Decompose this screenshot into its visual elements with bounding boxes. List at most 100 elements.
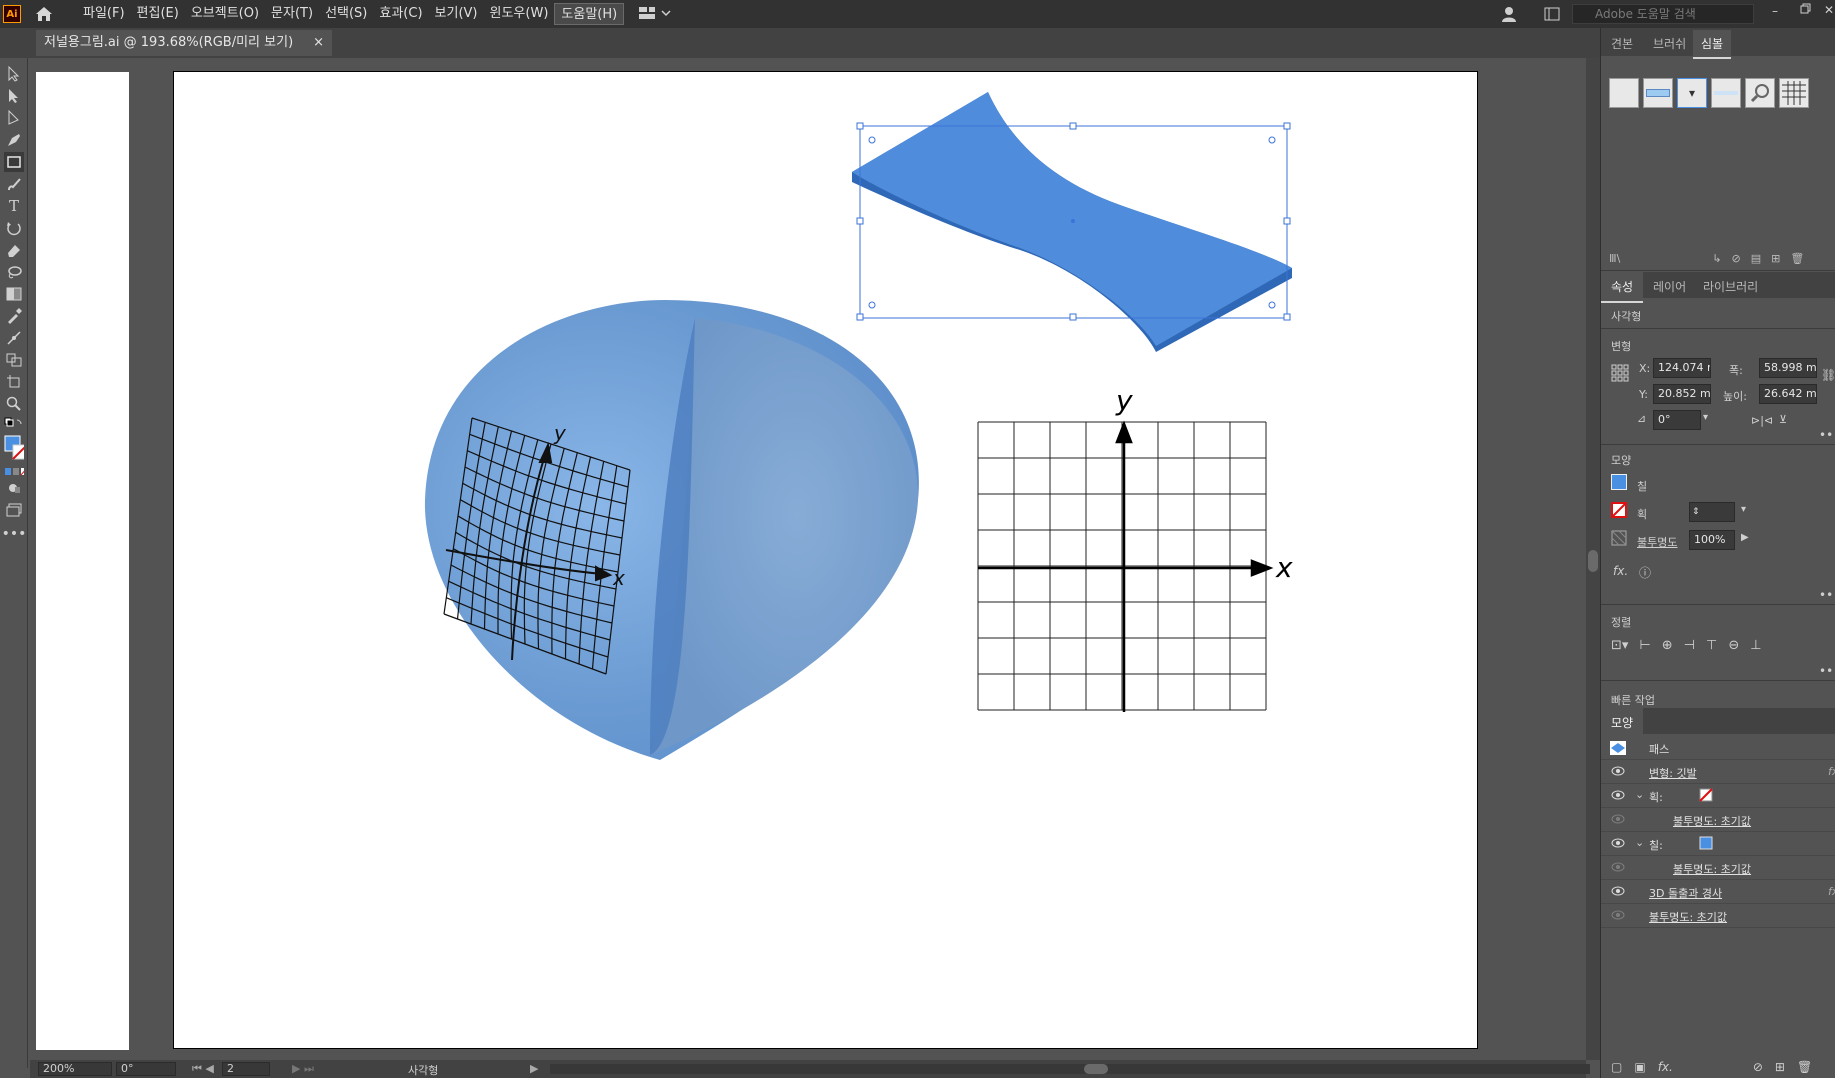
add-effect-icon[interactable]: fx. xyxy=(1658,1060,1673,1074)
opacity-arrow-icon[interactable]: ▶ xyxy=(1741,532,1749,543)
appearance-row-label[interactable]: 변형: 깃발 xyxy=(1649,765,1697,781)
stroke-weight-dropdown-icon[interactable]: ▾ xyxy=(1741,504,1746,515)
opacity-field[interactable]: 100% xyxy=(1689,530,1735,550)
zoom-field[interactable]: 200% xyxy=(38,1062,112,1076)
right-panel-dock: 견본 브러쉬 심볼 ▾ Ⅲ\ ↳ ⊘ ▤ ⊞ 🗑 속성 레이어 라이브러리 사각… xyxy=(1600,28,1835,1078)
appearance-row-fill[interactable]: ⌄ 칠: xyxy=(1601,832,1835,856)
y-field[interactable]: 20.852 mr xyxy=(1653,384,1711,404)
align-left-icon[interactable]: ⊢ xyxy=(1639,638,1650,653)
appearance-row-opacity[interactable]: 불투명도: 초기값 xyxy=(1601,904,1835,928)
symbol-options-icon[interactable]: ▤ xyxy=(1751,252,1761,265)
tab-symbols[interactable]: 심볼 xyxy=(1693,30,1732,59)
appearance-panel-footer: ▢ ▣ fx. ⊘ ⊞ 🗑 xyxy=(1611,1060,1831,1074)
fill-swatch[interactable] xyxy=(1611,474,1627,490)
opacity-label[interactable]: 불투명도 xyxy=(1637,534,1677,550)
add-stroke-icon[interactable]: ▢ xyxy=(1611,1060,1622,1074)
transform-more-icon[interactable]: ••• xyxy=(1819,428,1835,442)
horizontal-scroll-thumb[interactable] xyxy=(1084,1064,1108,1074)
tab-layers[interactable]: 레이어 xyxy=(1653,278,1686,295)
chevron-down-icon[interactable]: ⌄ xyxy=(1635,788,1644,801)
eye-icon[interactable] xyxy=(1611,766,1625,779)
stroke-none-swatch[interactable] xyxy=(1699,788,1713,805)
cartesian-grid-axes xyxy=(978,420,1274,712)
horizontal-scrollbar[interactable] xyxy=(550,1064,1590,1074)
width-field[interactable]: 58.998 mi xyxy=(1759,358,1817,378)
x-field[interactable]: 124.074 m xyxy=(1653,358,1711,378)
constrain-proportions-icon[interactable]: ⛓ xyxy=(1821,368,1835,382)
duplicate-item-icon[interactable]: ⊞ xyxy=(1775,1060,1785,1074)
stroke-weight-field[interactable]: ⇕ xyxy=(1689,502,1735,522)
appearance-row-label[interactable]: 3D 돌출과 경사 xyxy=(1649,885,1722,901)
eye-icon[interactable] xyxy=(1611,790,1625,803)
info-icon[interactable]: ⓘ xyxy=(1639,564,1651,581)
chevron-down-icon[interactable]: ⌄ xyxy=(1635,836,1644,849)
eye-icon[interactable] xyxy=(1611,838,1625,851)
appearance-row-label[interactable]: 불투명도: 초기값 xyxy=(1673,861,1751,877)
symbol-libraries-icon[interactable]: Ⅲ\ xyxy=(1609,252,1620,265)
appearance-more-icon[interactable]: ••• xyxy=(1819,588,1835,602)
vertical-scrollbar[interactable] xyxy=(1586,58,1600,1060)
flip-horizontal-icon[interactable]: ⊳|⊲ xyxy=(1751,414,1773,427)
fill-color-swatch[interactable] xyxy=(1699,836,1713,853)
cartesian-grid[interactable] xyxy=(977,421,1267,711)
align-hcenter-icon[interactable]: ⊕ xyxy=(1662,638,1673,653)
tab-libraries[interactable]: 라이브러리 xyxy=(1703,278,1758,295)
appearance-row-3d-extrude[interactable]: 3D 돌출과 경사 fx xyxy=(1601,880,1835,904)
tab-swatches[interactable]: 견본 xyxy=(1611,35,1633,52)
place-symbol-icon[interactable]: ↳ xyxy=(1712,252,1721,265)
appearance-row-stroke[interactable]: ⌄ 획: xyxy=(1601,784,1835,808)
align-more-icon[interactable]: ••• xyxy=(1819,664,1835,678)
align-to-icon[interactable]: ⊡▾ xyxy=(1611,638,1628,653)
align-top-icon[interactable]: ⊤ xyxy=(1706,638,1717,653)
appearance-row-path[interactable]: 패스 xyxy=(1601,736,1835,760)
align-vcenter-icon[interactable]: ⊖ xyxy=(1728,638,1739,653)
add-fill-icon[interactable]: ▣ xyxy=(1634,1060,1645,1074)
tab-appearance[interactable]: 모양 xyxy=(1601,708,1644,737)
break-link-icon[interactable]: ⊘ xyxy=(1732,252,1741,265)
stroke-swatch[interactable] xyxy=(1611,502,1627,521)
height-field[interactable]: 26.642 mi xyxy=(1759,384,1817,404)
artboard-nav-next-icons[interactable]: ▶ ⏭ xyxy=(292,1062,314,1076)
symbols-panel-footer: Ⅲ\ ↳ ⊘ ▤ ⊞ 🗑 xyxy=(1609,252,1829,265)
status-menu-icon[interactable]: ▶ xyxy=(530,1062,538,1075)
fill-label: 칠 xyxy=(1637,480,1648,493)
flip-vertical-icon[interactable]: ⊻ xyxy=(1779,413,1787,426)
clear-appearance-icon[interactable]: ⊘ xyxy=(1753,1060,1763,1074)
eye-icon[interactable] xyxy=(1611,862,1625,875)
symbol-item[interactable] xyxy=(1643,78,1673,108)
appearance-row-label: 칠: xyxy=(1649,839,1663,852)
reference-point-icon[interactable] xyxy=(1611,364,1629,385)
align-right-icon[interactable]: ⊣ xyxy=(1684,638,1695,653)
delete-item-icon[interactable]: 🗑 xyxy=(1797,1060,1812,1074)
new-symbol-icon[interactable]: ⊞ xyxy=(1771,252,1780,265)
appearance-row-stroke-opacity[interactable]: 불투명도: 초기값 xyxy=(1601,808,1835,832)
symbol-item[interactable]: ▾ xyxy=(1677,78,1707,108)
eye-icon[interactable] xyxy=(1611,886,1625,899)
rotation-field[interactable]: 0° xyxy=(116,1062,176,1076)
appearance-row-warp[interactable]: 변형: 깃발 fx xyxy=(1601,760,1835,784)
symbol-item[interactable] xyxy=(1779,78,1809,108)
artboard-number-field[interactable]: 2 xyxy=(222,1062,270,1076)
y-label: Y: xyxy=(1639,388,1648,401)
artboard-nav-icons[interactable]: ⏮ ◀ xyxy=(192,1062,214,1076)
grid-x-label: x xyxy=(1275,551,1293,584)
tab-brushes[interactable]: 브러쉬 xyxy=(1653,35,1686,52)
sphere-shape[interactable] xyxy=(424,300,919,760)
symbol-item[interactable] xyxy=(1745,78,1775,108)
vertical-scroll-thumb[interactable] xyxy=(1588,550,1598,572)
fx-icon[interactable]: fx. xyxy=(1613,564,1628,578)
rotation-angle-field[interactable]: 0° xyxy=(1653,410,1701,430)
delete-symbol-icon[interactable]: 🗑 xyxy=(1790,252,1804,265)
eye-icon[interactable] xyxy=(1611,814,1625,827)
x-label: X: xyxy=(1639,362,1651,375)
status-bar: 200% 0° ⏮ ◀ 2 ▶ ⏭ 사각형 ▶ xyxy=(30,1060,1590,1078)
eye-icon[interactable] xyxy=(1611,910,1625,923)
symbol-item[interactable] xyxy=(1609,78,1639,108)
appearance-row-label[interactable]: 불투명도: 초기값 xyxy=(1649,909,1727,925)
appearance-row-label[interactable]: 불투명도: 초기값 xyxy=(1673,813,1751,829)
align-bottom-icon[interactable]: ⊥ xyxy=(1750,638,1761,653)
symbol-item[interactable] xyxy=(1711,78,1741,108)
appearance-row-fill-opacity[interactable]: 불투명도: 초기값 xyxy=(1601,856,1835,880)
tab-properties[interactable]: 속성 xyxy=(1601,272,1644,303)
angle-dropdown-icon[interactable]: ▾ xyxy=(1703,412,1708,423)
